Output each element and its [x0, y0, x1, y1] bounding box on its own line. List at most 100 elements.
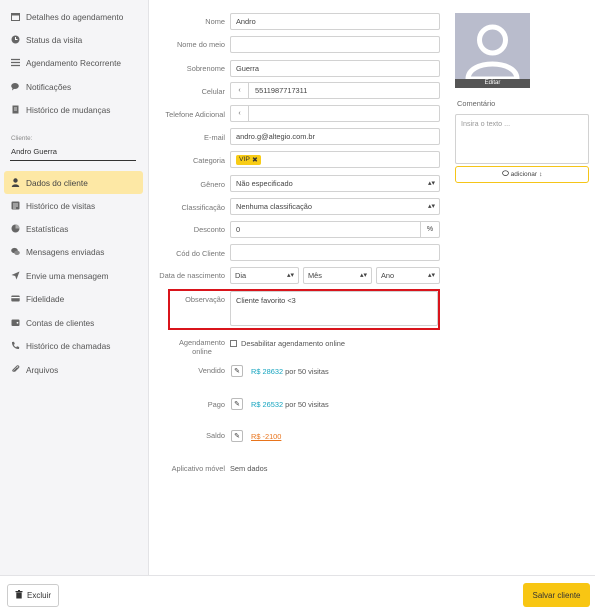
avatar-edit-button[interactable]: Editar: [455, 79, 530, 88]
saldo-value: R$ -2100: [251, 432, 281, 441]
nome-meio-field[interactable]: [230, 36, 440, 53]
vendido-amount[interactable]: R$ 28632: [251, 367, 283, 376]
genero-select[interactable]: Não especificado ▴▾: [230, 175, 440, 192]
dia-select[interactable]: Dia ▴▾: [230, 267, 299, 284]
pie-chart-icon: [11, 224, 20, 233]
agendamento-online-label: Agendamento online: [179, 338, 225, 356]
sidebar-item-recurring[interactable]: Agendamento Recorrente: [4, 51, 143, 74]
category-tag: VIP ✖: [236, 154, 261, 165]
close-icon[interactable]: ✖: [252, 156, 258, 164]
sidebar-item-label: Contas de clientes: [26, 317, 95, 328]
disable-online-booking-checkbox[interactable]: Desabilitar agendamento online: [230, 339, 345, 348]
trash-icon: [15, 590, 23, 601]
ano-select[interactable]: Ano ▴▾: [376, 267, 440, 284]
aplicativo-label: Aplicativo móvel: [171, 464, 225, 473]
classificacao-label: Classificação: [181, 203, 225, 212]
categoria-field[interactable]: VIP ✖: [230, 151, 440, 168]
desconto-field[interactable]: 0 %: [230, 221, 440, 238]
pago-value: R$ 26532 por 50 visitas: [251, 400, 329, 409]
nome-field[interactable]: Andro: [230, 13, 440, 30]
category-tag-label: VIP: [239, 156, 250, 163]
sidebar-item-label: Mensagens enviadas: [26, 246, 105, 257]
card-icon: [11, 294, 20, 303]
sidebar-item-client-accounts[interactable]: Contas de clientes: [4, 311, 143, 334]
observacao-textarea[interactable]: Cliente favorito <3: [230, 291, 438, 326]
edit-pago-button[interactable]: ✎: [231, 398, 243, 410]
save-client-button[interactable]: Salvar cliente: [523, 583, 590, 607]
add-comment-button[interactable]: adicionar ↕: [455, 166, 589, 183]
country-code-selector[interactable]: ‹: [231, 83, 249, 98]
comment-textarea[interactable]: Insira o texto ...: [455, 114, 589, 164]
vendido-suffix: por 50 visitas: [285, 367, 329, 376]
sidebar-item-label: Fidelidade: [26, 293, 65, 304]
sidebar-item-client-data[interactable]: Dados do cliente: [4, 171, 143, 194]
sidebar-item-appointment-details[interactable]: Detalhes do agendamento: [4, 5, 143, 28]
sidebar-item-label: Histórico de chamadas: [26, 340, 111, 351]
delete-button[interactable]: Excluir: [7, 584, 59, 607]
document-icon: [11, 105, 20, 114]
genero-label: Gênero: [200, 180, 225, 189]
client-label: Cliente:: [11, 135, 33, 142]
checkbox-label: Desabilitar agendamento online: [241, 339, 345, 348]
send-icon: [11, 271, 20, 280]
avatar[interactable]: Editar: [455, 13, 530, 88]
categoria-label: Categoria: [192, 156, 225, 165]
client-name: Andro Guerra: [11, 147, 58, 156]
cod-cliente-label: Cód do Cliente: [176, 249, 225, 258]
add-comment-label: adicionar: [510, 171, 538, 178]
celular-label: Celular: [201, 87, 225, 96]
telefone-field[interactable]: ‹: [230, 105, 440, 122]
pago-label: Pago: [207, 400, 225, 409]
aplicativo-value: Sem dados: [230, 464, 268, 473]
percent-addon: %: [420, 222, 439, 237]
sidebar-item-change-history[interactable]: Histórico de mudanças: [4, 98, 143, 121]
sidebar-item-send-message[interactable]: Envie uma mensagem: [4, 264, 143, 287]
vendido-value: R$ 28632 por 50 visitas: [251, 367, 329, 376]
sobrenome-field[interactable]: Guerra: [230, 60, 440, 77]
sidebar-item-label: Detalhes do agendamento: [26, 11, 124, 22]
agendamento-online-label-line2: online: [192, 347, 212, 356]
country-code-selector[interactable]: ‹: [231, 106, 249, 121]
sidebar-item-label: Histórico de mudanças: [26, 104, 111, 115]
history-icon: [11, 201, 20, 210]
pencil-icon: ✎: [234, 433, 240, 440]
saldo-amount[interactable]: R$ -2100: [251, 432, 281, 441]
sidebar-item-label: Agendamento Recorrente: [26, 57, 122, 68]
sidebar: Detalhes do agendamento Status da visita…: [0, 0, 149, 575]
caret-icon: ▴▾: [359, 272, 367, 279]
pago-amount[interactable]: R$ 26532: [251, 400, 283, 409]
sidebar-item-notifications[interactable]: Notificações: [4, 75, 143, 98]
sidebar-item-visit-status[interactable]: Status da visita: [4, 28, 143, 51]
sidebar-item-sent-messages[interactable]: Mensagens enviadas: [4, 240, 143, 263]
checkbox[interactable]: [230, 340, 237, 347]
cod-cliente-field[interactable]: [230, 244, 440, 261]
messages-icon: [11, 247, 20, 256]
pago-suffix: por 50 visitas: [285, 400, 329, 409]
sidebar-item-loyalty[interactable]: Fidelidade: [4, 287, 143, 310]
celular-field[interactable]: ‹ 5511987717311: [230, 82, 440, 99]
telefone-label: Telefone Adicional: [165, 110, 225, 119]
pencil-icon: ✎: [234, 401, 240, 408]
sidebar-item-visit-history[interactable]: Histórico de visitas: [4, 194, 143, 217]
sidebar-item-call-history[interactable]: Histórico de chamadas: [4, 334, 143, 357]
calendar-icon: [11, 12, 20, 21]
mes-select[interactable]: Mês ▴▾: [303, 267, 372, 284]
nome-meio-label: Nome do meio: [176, 40, 225, 49]
paperclip-icon: [11, 365, 20, 374]
caret-icon: ▴▾: [427, 203, 435, 210]
email-field[interactable]: andro.g@altegio.com.br: [230, 128, 440, 145]
edit-saldo-button[interactable]: ✎: [231, 430, 243, 442]
sidebar-item-files[interactable]: Arquivos: [4, 358, 143, 381]
phone-icon: [11, 341, 20, 350]
comment-label: Comentário: [457, 99, 496, 108]
list-icon: [11, 58, 20, 67]
celular-value: 5511987717311: [255, 86, 308, 95]
delete-label: Excluir: [26, 591, 51, 600]
sidebar-item-statistics[interactable]: Estatísticas: [4, 217, 143, 240]
desconto-label: Desconto: [193, 225, 225, 234]
nome-label: Nome: [205, 17, 225, 26]
classificacao-select[interactable]: Nenhuma classificação ▴▾: [230, 198, 440, 215]
user-placeholder-icon: [465, 24, 520, 82]
edit-vendido-button[interactable]: ✎: [231, 365, 243, 377]
desconto-value: 0: [236, 225, 241, 234]
